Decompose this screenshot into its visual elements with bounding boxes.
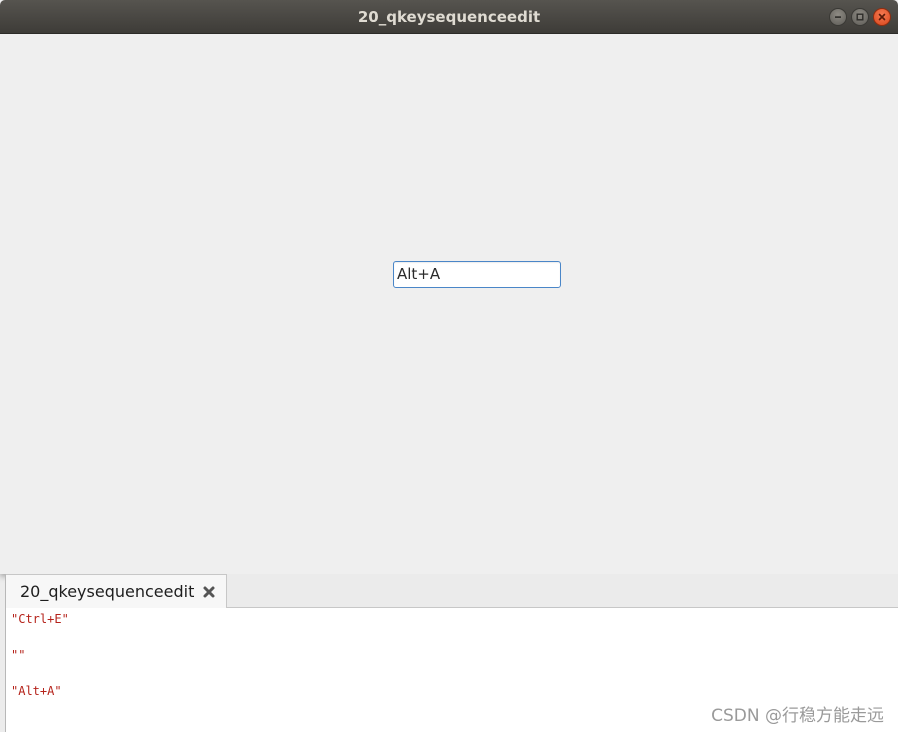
output-line: "" — [11, 648, 26, 662]
watermark: CSDN @行稳方能走远 — [711, 706, 884, 726]
window-content — [0, 34, 898, 574]
minimize-button[interactable] — [829, 8, 847, 26]
close-button[interactable] — [873, 8, 891, 26]
minimize-icon — [835, 16, 841, 18]
maximize-button[interactable] — [851, 8, 869, 26]
output-tab-strip: 20_qkeysequenceedit — [6, 574, 898, 608]
title-bar[interactable]: 20_qkeysequenceedit — [0, 0, 898, 34]
window-title: 20_qkeysequenceedit — [357, 8, 541, 26]
app-window: 20_qkeysequenceedit Alt+A — [0, 0, 898, 574]
output-tab[interactable]: 20_qkeysequenceedit — [6, 574, 227, 608]
close-icon — [878, 13, 886, 21]
key-sequence-edit[interactable]: Alt+A — [393, 261, 561, 288]
maximize-icon — [856, 13, 864, 21]
tab-close-button[interactable] — [202, 585, 216, 599]
tab-close-icon — [203, 586, 215, 597]
output-tab-label: 20_qkeysequenceedit — [20, 582, 195, 601]
output-line: "Ctrl+E" — [11, 612, 69, 626]
